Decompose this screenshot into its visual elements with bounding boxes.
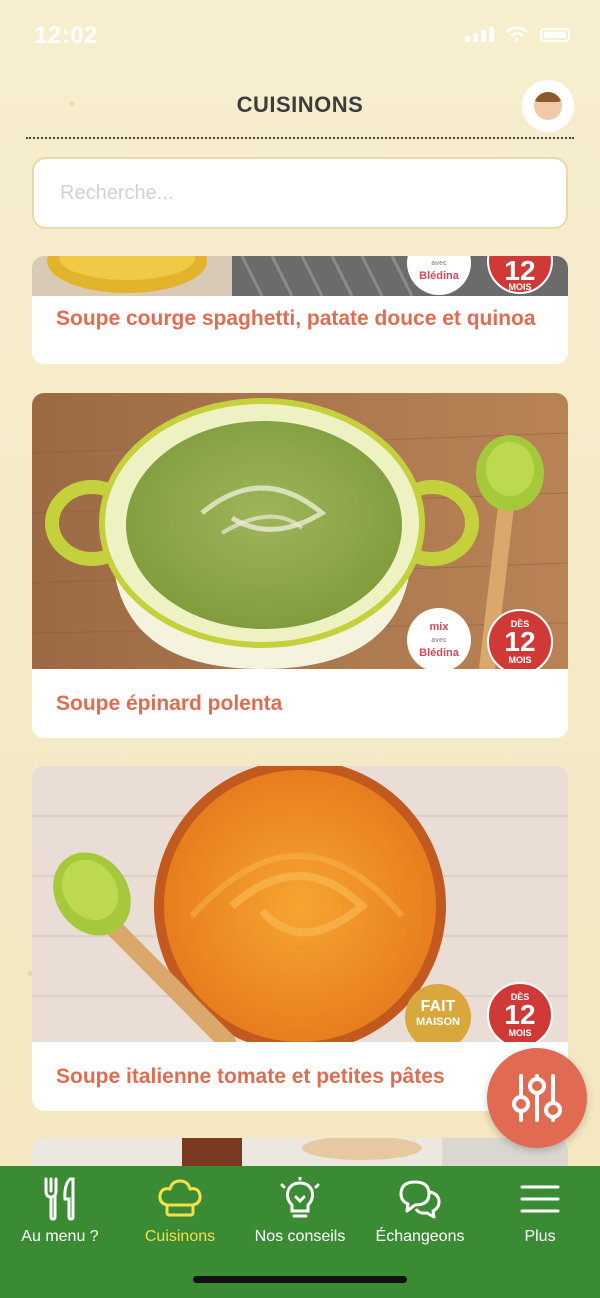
search-placeholder: Recherche... <box>60 181 174 204</box>
avatar-icon <box>534 92 562 120</box>
nav-label: Échangeons <box>375 1228 465 1245</box>
nav-item-echangeons[interactable]: Échangeons <box>360 1176 480 1246</box>
filter-button[interactable] <box>487 1048 587 1148</box>
recipe-card[interactable] <box>32 1138 568 1166</box>
wifi-icon <box>506 26 528 42</box>
search-input[interactable]: Recherche... <box>32 157 568 229</box>
nav-label: Au menu ? <box>21 1228 99 1245</box>
signal-icon <box>465 27 494 42</box>
battery-icon <box>540 28 570 42</box>
age-badge-unit: MOIS <box>508 282 532 292</box>
recipe-title: Soupe italienne tomate et petites pâtes <box>56 1065 445 1088</box>
chef-hat-icon <box>158 1179 202 1217</box>
nav-item-au-menu[interactable]: Au menu ? <box>0 1176 120 1246</box>
recipe-image: FAIT MAISON DÈS 12 MOIS <box>32 766 568 1042</box>
recipe-card[interactable]: mix avec Blédina DÈS 12 MOIS Soupe épinard… <box>32 393 568 738</box>
recipe-card[interactable]: FAIT MAISON DÈS 12 MOIS Soupe italienne … <box>32 766 568 1111</box>
status-time: 12:02 <box>34 22 98 49</box>
nav-item-plus[interactable]: Plus <box>480 1176 600 1246</box>
recipe-image: mix avec Blédina DÈS 12 MOIS <box>32 393 568 669</box>
age-badge: DÈS 12 MOIS <box>487 982 553 1042</box>
header-divider <box>26 137 574 139</box>
recipe-list[interactable]: mixavecBlédina 12 Soupe courge spaghetti… <box>0 256 600 1166</box>
utensils-icon <box>44 1177 75 1221</box>
nav-item-nos-conseils[interactable]: Nos conseils <box>240 1176 360 1246</box>
age-badge: DÈS 12 MOIS <box>487 609 553 669</box>
status-bar: 12:02 <box>0 0 600 72</box>
hamburger-menu-icon <box>520 1185 560 1213</box>
sliders-icon <box>512 1074 562 1122</box>
nav-item-cuisinons[interactable]: Cuisinons <box>120 1176 240 1246</box>
status-icons <box>465 26 570 42</box>
chat-bubbles-icon <box>399 1180 441 1219</box>
home-indicator <box>193 1276 407 1283</box>
nav-label: Nos conseils <box>254 1228 346 1245</box>
lightbulb-icon <box>280 1177 320 1218</box>
page-title: CUISINONS <box>236 92 364 117</box>
fait-maison-badge: FAIT MAISON <box>405 984 471 1042</box>
recipe-title: Soupe courge spaghetti, patate douce et … <box>56 307 536 330</box>
recipe-card[interactable]: mixavecBlédina 12 Soupe courge spaghetti… <box>32 256 568 364</box>
mix-bledina-badge: mixavecBlédina <box>410 611 468 669</box>
nav-label: Plus <box>524 1228 556 1245</box>
recipe-image <box>32 1138 568 1166</box>
nav-label: Cuisinons <box>144 1228 216 1245</box>
recipe-title: Soupe épinard polenta <box>56 692 283 715</box>
profile-avatar-button[interactable] <box>522 80 574 132</box>
